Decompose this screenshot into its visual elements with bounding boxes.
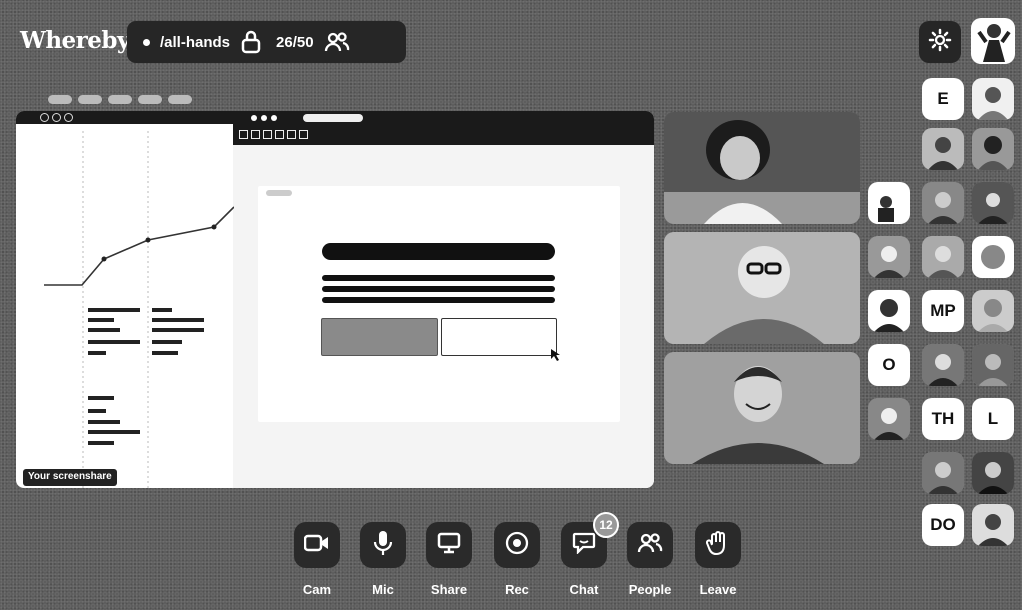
form-tag: [266, 190, 292, 196]
form-secondary-button: [441, 318, 557, 356]
participant-tile-photo[interactable]: [868, 290, 910, 332]
participant-tile-photo[interactable]: [922, 344, 964, 386]
people-button[interactable]: [627, 522, 673, 568]
participant-tile-photo[interactable]: [972, 290, 1014, 332]
wave-hand-icon: [705, 530, 730, 561]
leave-label: Leave: [699, 582, 737, 597]
participant-tile-photo[interactable]: [922, 236, 964, 278]
participant-tile-initials[interactable]: L: [972, 398, 1014, 440]
participant-tile-initials[interactable]: DO: [922, 504, 964, 546]
mic-label: Mic: [372, 582, 394, 597]
browser-toolbar: [233, 111, 654, 145]
leave-button[interactable]: [695, 522, 741, 568]
participant-tile-photo[interactable]: [972, 128, 1014, 170]
form-text-line: [322, 297, 555, 303]
cam-label: Cam: [302, 582, 332, 597]
form-primary-button: [321, 318, 438, 356]
screenshare-label: Your screenshare: [23, 469, 117, 486]
room-name: /all-hands: [160, 33, 231, 51]
app-logo: Whereby: [20, 27, 130, 54]
chat-icon: [572, 532, 596, 559]
participant-count: 26/50: [276, 33, 314, 51]
chat-label: Chat: [569, 582, 599, 597]
rec-button[interactable]: [494, 522, 540, 568]
participant-tile-photo[interactable]: [868, 398, 910, 440]
desktop-tabs: [48, 95, 192, 104]
participant-tile-photo[interactable]: [972, 236, 1014, 278]
participant-tile-photo[interactable]: [972, 78, 1014, 120]
form-heading-bar: [322, 243, 555, 260]
participant-tile-photo[interactable]: [972, 504, 1014, 546]
chat-unread-badge: 12: [593, 512, 619, 538]
people-label: People: [628, 582, 672, 597]
web-form-card: [258, 186, 620, 422]
self-avatar[interactable]: [971, 18, 1015, 64]
form-text-line: [322, 286, 555, 292]
camera-icon: [303, 533, 330, 558]
share-button[interactable]: [426, 522, 472, 568]
participant-tile-initials[interactable]: TH: [922, 398, 964, 440]
record-icon: [505, 531, 529, 560]
mic-button[interactable]: [360, 522, 406, 568]
cam-button[interactable]: [294, 522, 340, 568]
participant-tile-initials[interactable]: O: [868, 344, 910, 386]
room-info-pill[interactable]: /all-hands 26/50: [127, 21, 406, 63]
share-screen-icon: [437, 532, 461, 559]
participant-video: [664, 352, 860, 464]
share-label: Share: [430, 582, 468, 597]
shared-line-chart: [44, 131, 234, 488]
gear-icon: [928, 28, 952, 57]
participant-video: [664, 232, 860, 344]
form-text-line: [322, 275, 555, 281]
participant-tile-photo[interactable]: [922, 128, 964, 170]
cursor-icon: [551, 349, 560, 361]
participant-tile-photo[interactable]: [922, 182, 964, 224]
participant-tile-initials[interactable]: MP: [922, 290, 964, 332]
participant-video: [664, 112, 860, 224]
participant-tile-photo[interactable]: [972, 182, 1014, 224]
lock-icon[interactable]: [240, 30, 262, 54]
video-tile-participant-3[interactable]: [664, 352, 860, 464]
people-icon: [637, 532, 663, 559]
participant-tile-photo[interactable]: [972, 344, 1014, 386]
rec-label: Rec: [505, 582, 529, 597]
mic-icon: [373, 530, 393, 561]
participant-tile-photo[interactable]: [972, 452, 1014, 494]
video-tile-participant-2[interactable]: [664, 232, 860, 344]
video-tile-participant-1[interactable]: [664, 112, 860, 224]
people-icon[interactable]: [324, 31, 350, 53]
settings-button[interactable]: [919, 21, 961, 63]
status-dot: [143, 38, 150, 46]
participant-tile-initials[interactable]: E: [922, 78, 964, 120]
participant-tile-photo[interactable]: [868, 236, 910, 278]
participant-tile-photo[interactable]: [868, 182, 910, 224]
participant-tile-photo[interactable]: [922, 452, 964, 494]
